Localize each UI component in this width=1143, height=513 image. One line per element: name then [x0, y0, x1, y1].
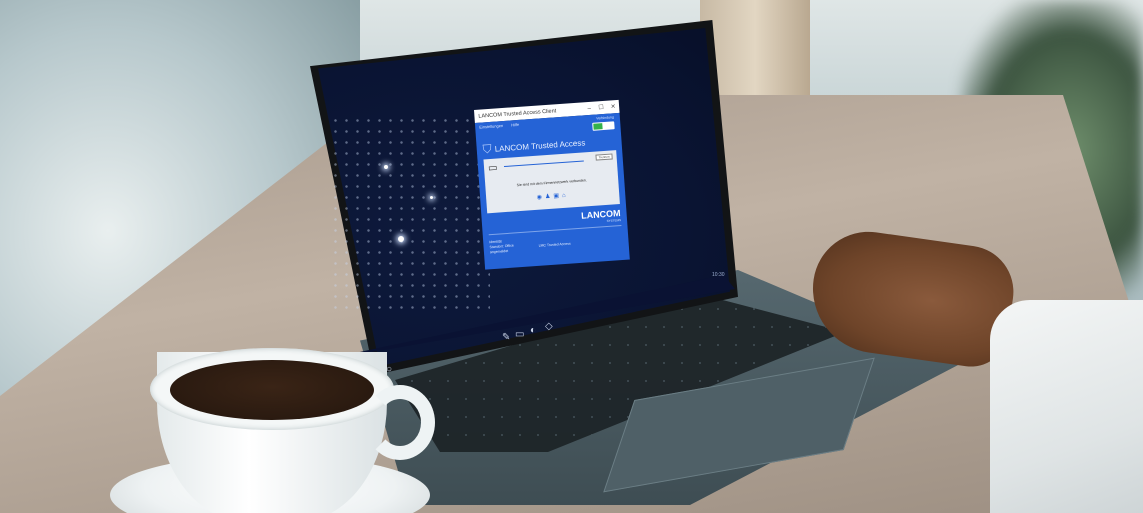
maximize-button[interactable]: ☐ [595, 104, 607, 112]
wallpaper-dot-pattern [330, 115, 490, 315]
edge-icon[interactable]: ◐ [530, 326, 536, 336]
status-icons: ◉♟▣⌂ [486, 188, 619, 204]
shield-check-icon: ⛉ [482, 141, 493, 157]
laptop-icon: ▭ [487, 162, 498, 175]
connection-toggle[interactable] [592, 121, 615, 131]
connection-panel: ▭ Trennen Sie sind mit dem Firmennetzwer… [483, 150, 620, 214]
trusted-access-window[interactable]: LANCOM Trusted Access Client – ☐ ✕ Einst… [474, 99, 630, 270]
footer-service: LMC Trusted Access [538, 241, 571, 248]
close-button[interactable]: ✕ [607, 103, 619, 111]
task-view-icon[interactable]: ▭ [515, 330, 524, 340]
footer-divider [488, 224, 622, 236]
tray-clock[interactable]: 10:30 [712, 272, 725, 278]
photo-scene: ⊞ ○ ✎ ▭ ◐ ◇ 10:30 LANCOM Trusted Access … [0, 0, 1143, 513]
minimize-button[interactable]: – [583, 105, 595, 112]
wallpaper-glow-dot [398, 236, 404, 242]
wallpaper-glow-dot [430, 196, 433, 199]
connection-line [503, 160, 584, 168]
lancom-logo-sub: SYSTEMS [606, 218, 622, 224]
wallpaper-glow-dot [384, 165, 388, 169]
network-icon[interactable]: ⌂ [562, 193, 569, 199]
menu-bar: Einstellungen Hilfe [479, 122, 519, 130]
footer-identity: Identität Standort: Office angemeldet [489, 239, 514, 256]
disconnect-button[interactable]: Trennen [595, 153, 613, 161]
security-icon[interactable]: ◇ [545, 322, 553, 332]
menu-item-help[interactable]: Hilfe [511, 122, 519, 128]
coffee [170, 360, 374, 420]
brand-name: LANCOM Trusted Access [494, 138, 586, 154]
connection-status-text: Sie sind mit dem Firmennetzwerk verbunde… [516, 178, 587, 188]
cup-handle [365, 385, 435, 460]
lock-icon[interactable]: ▣ [553, 193, 562, 200]
toggle-label: Verbindung [596, 115, 614, 121]
pen-icon[interactable]: ✎ [502, 333, 510, 343]
window-body: Einstellungen Hilfe Verbindung ⛉ LANCOM … [474, 112, 630, 270]
menu-item-settings[interactable]: Einstellungen [479, 123, 503, 130]
footer-line: angemeldet [489, 248, 509, 255]
toggle-knob [593, 123, 603, 130]
shirt-sleeve [990, 300, 1143, 513]
